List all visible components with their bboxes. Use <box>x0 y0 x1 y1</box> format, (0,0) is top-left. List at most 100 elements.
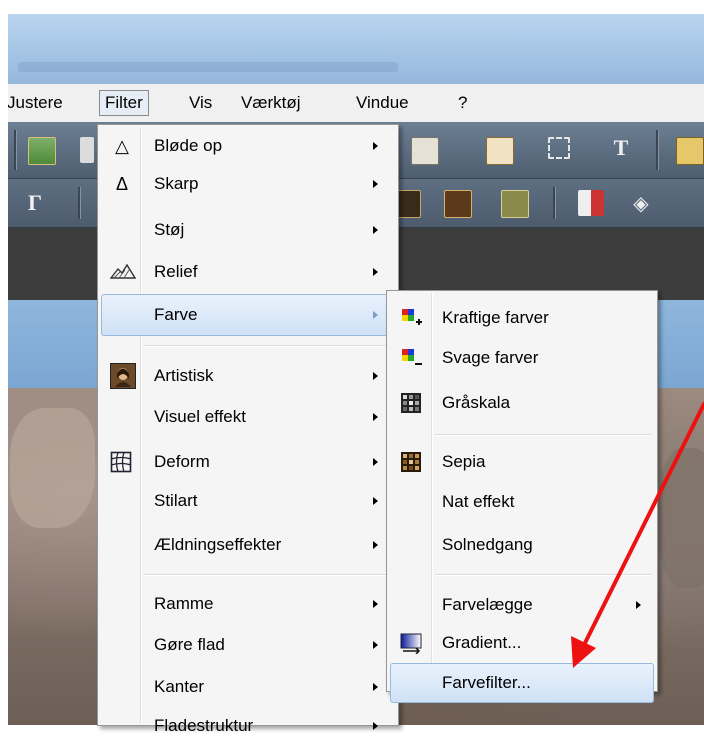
title-bar <box>8 14 704 84</box>
selection-icon[interactable] <box>548 137 570 159</box>
image-icon[interactable] <box>28 137 56 165</box>
submenu-arrow-icon <box>373 142 378 150</box>
toolbar-icon-partial[interactable] <box>80 137 94 163</box>
submenu-arrow-icon <box>373 683 378 691</box>
toolbar-separator <box>553 187 556 219</box>
menu-justere[interactable]: Justere <box>8 92 68 114</box>
toolbar-separator <box>14 130 17 170</box>
submenu-arrow-icon <box>373 458 378 466</box>
menu-item-label: Ældningseffekter <box>154 535 282 554</box>
menu-separator <box>144 574 392 576</box>
menu-item-label: Kraftige farver <box>442 308 549 327</box>
menu-item-skarp[interactable]: Δ Skarp <box>101 165 395 203</box>
menu-vindue[interactable]: Vindue <box>351 92 414 114</box>
menu-item-goere-flad[interactable]: Gøre flad <box>101 626 395 664</box>
menu-item-label: Farvelægge <box>442 595 533 614</box>
gamma-icon[interactable]: Γ <box>22 190 48 216</box>
menu-separator <box>435 574 651 576</box>
crop-image-icon[interactable] <box>486 137 514 165</box>
submenu-arrow-icon <box>373 541 378 549</box>
menu-item-label: Sepia <box>442 452 486 471</box>
toolbar-separator <box>78 187 81 219</box>
submenu-arrow-icon <box>373 497 378 505</box>
color-plus-icon <box>400 307 422 329</box>
submenu-arrow-icon <box>373 180 378 188</box>
color-minus-icon <box>400 347 422 369</box>
sepia-effect-icon[interactable] <box>444 190 472 218</box>
menu-item-label: Skarp <box>154 174 199 193</box>
portrait-icon <box>110 363 136 389</box>
title-bar-ghost <box>18 62 398 72</box>
menu-item-farvelaegge[interactable]: Farvelægge <box>390 586 654 624</box>
menu-item-solnedgang[interactable]: Solnedgang <box>390 526 654 564</box>
text-tool-icon[interactable]: T <box>608 135 634 161</box>
submenu-arrow-icon <box>373 268 378 276</box>
menu-item-label: Kanter <box>154 677 205 696</box>
menu-item-kraftige-farver[interactable]: Kraftige farver <box>390 299 654 337</box>
menu-item-visuel-effekt[interactable]: Visuel effekt <box>101 398 395 436</box>
menu-item-nat-effekt[interactable]: Nat effekt <box>390 483 654 521</box>
submenu-arrow-icon <box>373 372 378 380</box>
menu-item-label: Stilart <box>154 491 198 510</box>
menu-item-gradient[interactable]: Gradient... <box>390 624 654 662</box>
menu-item-fladestruktur[interactable]: Fladestruktur <box>101 707 395 745</box>
menu-item-label: Visuel effekt <box>154 407 246 426</box>
menu-item-label: Deform <box>154 452 210 471</box>
menu-vaerktoej[interactable]: Værktøj <box>236 92 306 114</box>
menu-item-label: Relief <box>154 262 198 281</box>
menu-item-graaskala[interactable]: Gråskala <box>390 384 654 422</box>
menu-item-relief[interactable]: Relief <box>101 253 395 291</box>
submenu-arrow-icon <box>373 600 378 608</box>
submenu-arrow-icon <box>636 601 641 609</box>
drop-icon[interactable]: ◈ <box>628 190 654 216</box>
menu-vis[interactable]: Vis <box>184 92 217 114</box>
menu-separator <box>435 434 651 436</box>
menu-item-label: Ramme <box>154 594 214 613</box>
submenu-arrow-icon <box>373 311 378 319</box>
menu-item-farve[interactable]: Farve <box>101 294 395 336</box>
photo-detail <box>658 448 704 588</box>
menu-item-sepia[interactable]: Sepia <box>390 443 654 481</box>
menu-item-label: Gøre flad <box>154 635 225 654</box>
drop-outline-icon: △ <box>115 136 129 156</box>
menu-item-label: Støj <box>154 220 185 239</box>
gradient-icon <box>400 632 422 654</box>
toolbar-separator <box>656 130 659 170</box>
menu-item-artistisk[interactable]: Artistisk <box>101 357 395 395</box>
submenu-arrow-icon <box>373 722 378 730</box>
menu-item-bloede-op[interactable]: △ Bløde op <box>101 127 395 165</box>
menu-item-label: Farve <box>154 305 198 324</box>
filter-menu: △ Bløde op Δ Skarp Støj Relief Farve Art… <box>97 124 399 735</box>
relief-icon <box>110 261 136 283</box>
menu-bar: Justere Filter Vis Værktøj Vindue ? <box>8 84 704 123</box>
menu-item-label: Fladestruktur <box>154 716 254 735</box>
layers-icon[interactable] <box>676 137 704 165</box>
grid-warp-icon <box>110 451 132 473</box>
menu-item-aeldningseffekter[interactable]: Ældningseffekter <box>101 526 395 564</box>
menu-item-stoej[interactable]: Støj <box>101 211 395 249</box>
menu-item-label: Gråskala <box>442 393 511 412</box>
triangle-outline-icon: Δ <box>115 174 129 194</box>
menu-item-deform[interactable]: Deform <box>101 443 395 481</box>
grayscale-grid-icon <box>400 392 422 414</box>
menu-item-label: Artistisk <box>154 366 214 385</box>
menu-item-label: Farvefilter... <box>442 673 531 692</box>
menu-item-farvefilter[interactable]: Farvefilter... <box>390 663 654 703</box>
menu-item-label: Nat effekt <box>442 492 515 511</box>
menu-item-kanter[interactable]: Kanter <box>101 668 395 706</box>
menu-item-label: Bløde op <box>154 136 223 155</box>
menu-item-ramme[interactable]: Ramme <box>101 585 395 623</box>
menu-item-stilart[interactable]: Stilart <box>101 482 395 520</box>
menu-filter[interactable]: Filter <box>99 90 149 116</box>
farve-submenu: Kraftige farver Svage farver Gråskala Se… <box>386 290 658 703</box>
color-grid-icon[interactable] <box>501 190 529 218</box>
menu-help[interactable]: ? <box>453 92 472 114</box>
menu-item-label: Solnedgang <box>442 535 533 554</box>
photo-detail <box>10 408 95 528</box>
menu-item-label: Gradient... <box>442 633 522 652</box>
contrast-icon[interactable] <box>578 190 604 216</box>
copy-image-icon[interactable] <box>411 137 439 165</box>
menu-separator <box>144 345 392 347</box>
menu-item-svage-farver[interactable]: Svage farver <box>390 339 654 377</box>
submenu-arrow-icon <box>373 226 378 234</box>
